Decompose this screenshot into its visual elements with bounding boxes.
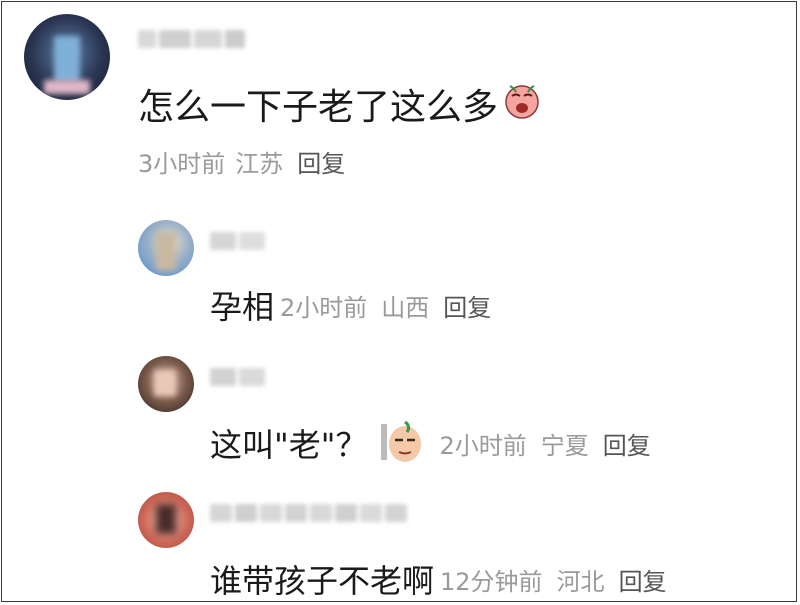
reply-meta: 12分钟前 河北 回复 xyxy=(440,562,667,597)
username-blurred[interactable] xyxy=(138,30,245,48)
timestamp: 3小时前 xyxy=(138,150,226,178)
reply-button[interactable]: 回复 xyxy=(603,432,651,460)
reply-text: 孕相 xyxy=(210,288,275,326)
reply-button[interactable]: 回复 xyxy=(619,568,667,596)
comment-meta: 3小时前 江苏 回复 xyxy=(138,144,345,179)
avatar[interactable] xyxy=(138,220,194,276)
timestamp: 2小时前 xyxy=(439,431,527,460)
timestamp: 12分钟前 xyxy=(440,567,543,596)
comment-text: 怎么一下子老了这么多 xyxy=(138,78,542,130)
reply-row: 谁带孩子不老啊 12分钟前 河北 回复 xyxy=(210,556,667,602)
comment-text-label: 怎么一下子老了这么多 xyxy=(138,87,499,128)
timestamp: 2小时前 xyxy=(280,293,368,322)
reply-row: 孕相 2小时前 山西 回复 xyxy=(210,282,491,328)
avatar[interactable] xyxy=(138,356,194,412)
reply-meta: 2小时前 山西 回复 xyxy=(280,288,491,323)
reply-button[interactable]: 回复 xyxy=(443,294,491,322)
avatar[interactable] xyxy=(24,14,110,100)
reply-row: 这叫"老"？ 2小时前 宁夏 回复 xyxy=(210,418,651,468)
reply-text: 谁带孩子不老啊 xyxy=(210,562,435,600)
location: 河北 xyxy=(556,567,605,596)
location: 山西 xyxy=(381,293,430,322)
username-blurred[interactable] xyxy=(210,504,407,522)
skeptical-face-emoji xyxy=(379,418,427,468)
avatar[interactable] xyxy=(138,492,194,548)
username-blurred[interactable] xyxy=(210,368,265,386)
reply-button[interactable]: 回复 xyxy=(297,150,345,178)
location: 江苏 xyxy=(235,150,284,178)
reply-text: 这叫"老"？ xyxy=(210,426,368,464)
crying-face-emoji xyxy=(502,80,542,129)
location: 宁夏 xyxy=(540,431,589,460)
comment-panel: 怎么一下子老了这么多 3小时前 江苏 回复 孕相 2小时前 山西 回复 这叫"老… xyxy=(1,1,797,602)
reply-meta: 2小时前 宁夏 回复 xyxy=(439,426,650,461)
username-blurred[interactable] xyxy=(210,232,265,250)
